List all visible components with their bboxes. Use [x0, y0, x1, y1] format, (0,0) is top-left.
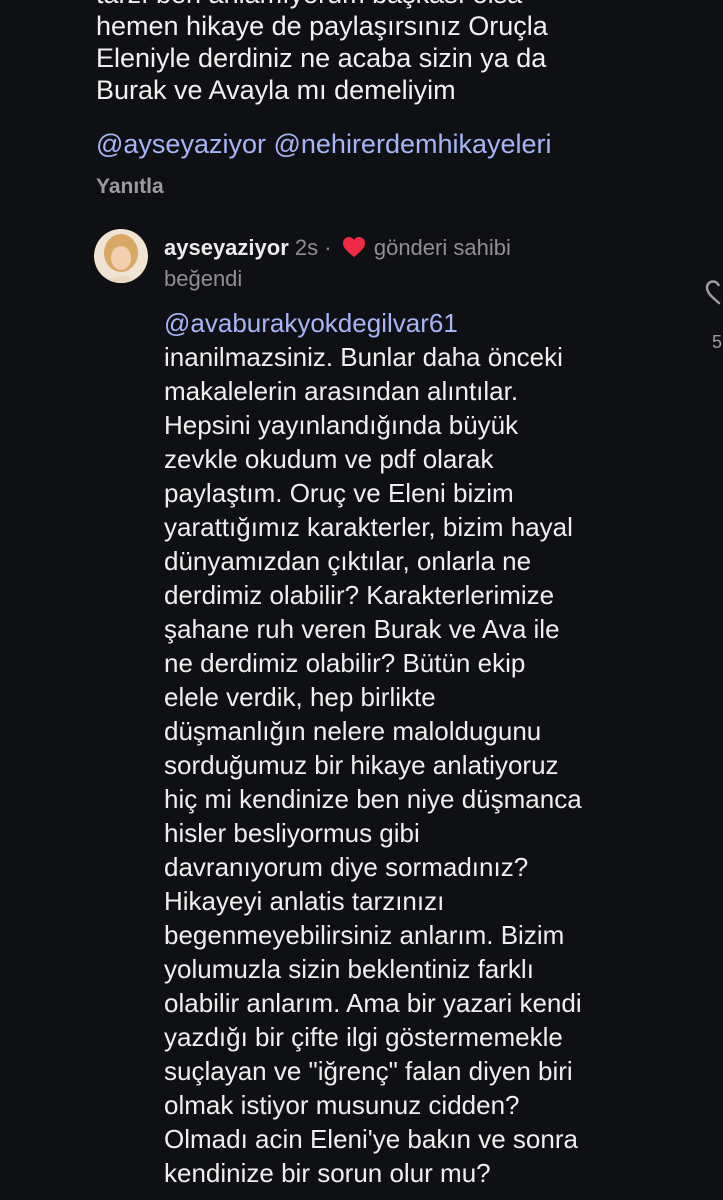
- reply-line: şahane ruh veren Burak ve Ava ile: [164, 614, 560, 644]
- comment-thread: tarzı ben anlamıyorum başkası olsa hemen…: [0, 0, 723, 1200]
- reply-line: yolumuzla sizin beklentiniz farklı: [164, 954, 534, 984]
- parent-comment-mentions: @ayseyaziyor @nehirerdemhikayeleri: [96, 128, 552, 160]
- reply-line: düşmanlığın nelere maloldugunu: [164, 716, 542, 746]
- heart-icon: [342, 236, 366, 265]
- mention-link-nehirerdemhikayeleri[interactable]: @nehirerdemhikayeleri: [273, 129, 551, 159]
- reply-line: olmak istiyor musunuz cidden?: [164, 1090, 520, 1120]
- liked-by-author-label: gönderi sahibi: [373, 235, 511, 260]
- profile-avatar[interactable]: [94, 229, 148, 283]
- reply-line: yarattığımız karakterler, bizim hayal: [164, 512, 573, 542]
- reply-line: olabilir anlarım. Ama bir yazari kendi: [164, 988, 582, 1018]
- reply-line: ne derdimiz olabilir? Bütün ekip: [164, 648, 526, 678]
- reply-line: zevkle okudum ve pdf olarak: [164, 444, 494, 474]
- reply-line: hiç mi kendinize ben niye düşmanca: [164, 784, 582, 814]
- reply-button[interactable]: Yanıtla: [96, 175, 164, 199]
- reply-line: Hepsini yayınlandığında büyük: [164, 410, 519, 440]
- reply-line: elele verdik, hep birlikte: [164, 682, 436, 712]
- parent-comment-line: tarzı ben anlamıyorum başkası olsa: [96, 0, 686, 10]
- reply-timestamp: 2s: [294, 235, 319, 260]
- liked-by-author-label-cont: beğendi: [164, 266, 243, 291]
- reply-line: kendinize bir sorun olur mu?: [164, 1158, 491, 1188]
- heart-outline-icon[interactable]: [703, 276, 723, 311]
- reply-line: begenmeyebilirsiniz anlarım. Bizim: [164, 920, 565, 950]
- reply-line: sorduğumuz bir hikaye anlatiyoruz: [164, 750, 559, 780]
- reply-line: yazdığı bir çifte ilgi göstermemekle: [164, 1022, 563, 1052]
- reply-line: Olmadı acin Eleni'ye bakın ve sonra: [164, 1124, 578, 1154]
- meta-separator: ·: [324, 235, 332, 260]
- reply-text: @avaburakyokdegilvar61 inanilmazsiniz. B…: [164, 306, 664, 1190]
- like-count: 5: [712, 332, 723, 352]
- mention-link-avaburakyokdegilvar61[interactable]: @avaburakyokdegilvar61: [164, 306, 664, 340]
- reply-meta: ayseyaziyor 2s · gönderi sahibi beğendi: [164, 234, 604, 293]
- reply-line: paylaştım. Oruç ve Eleni bizim: [164, 478, 514, 508]
- parent-comment-line: hemen hikaye de paylaşırsınız Oruçla: [96, 11, 548, 41]
- reply-line: davranıyorum diye sormadınız?: [164, 852, 529, 882]
- reply-line: derdimiz olabilir? Karakterlerimize: [164, 580, 555, 610]
- reply-line: inanilmazsiniz. Bunlar daha önceki: [164, 342, 563, 372]
- reply-username[interactable]: ayseyaziyor: [164, 235, 289, 260]
- reply-line: dünyamızdan çıktılar, onlarla ne: [164, 546, 532, 576]
- reply-line: Hikayeyi anlatis tarzınızı: [164, 886, 445, 916]
- parent-comment-line: Eleniyle derdiniz ne acaba sizin ya da: [96, 43, 547, 73]
- parent-comment-text: tarzı ben anlamıyorum başkası olsa hemen…: [96, 0, 686, 106]
- reply-line: makalelerin arasından alıntılar.: [164, 376, 519, 406]
- reply-line: suçlayan ve "iğrenç" falan diyen biri: [164, 1056, 573, 1086]
- reply-line: hisler besliyormus gibi: [164, 818, 420, 848]
- mention-link-ayseyaziyor[interactable]: @ayseyaziyor: [96, 129, 266, 159]
- parent-comment-line: Burak ve Avayla mı demeliyim: [96, 75, 456, 105]
